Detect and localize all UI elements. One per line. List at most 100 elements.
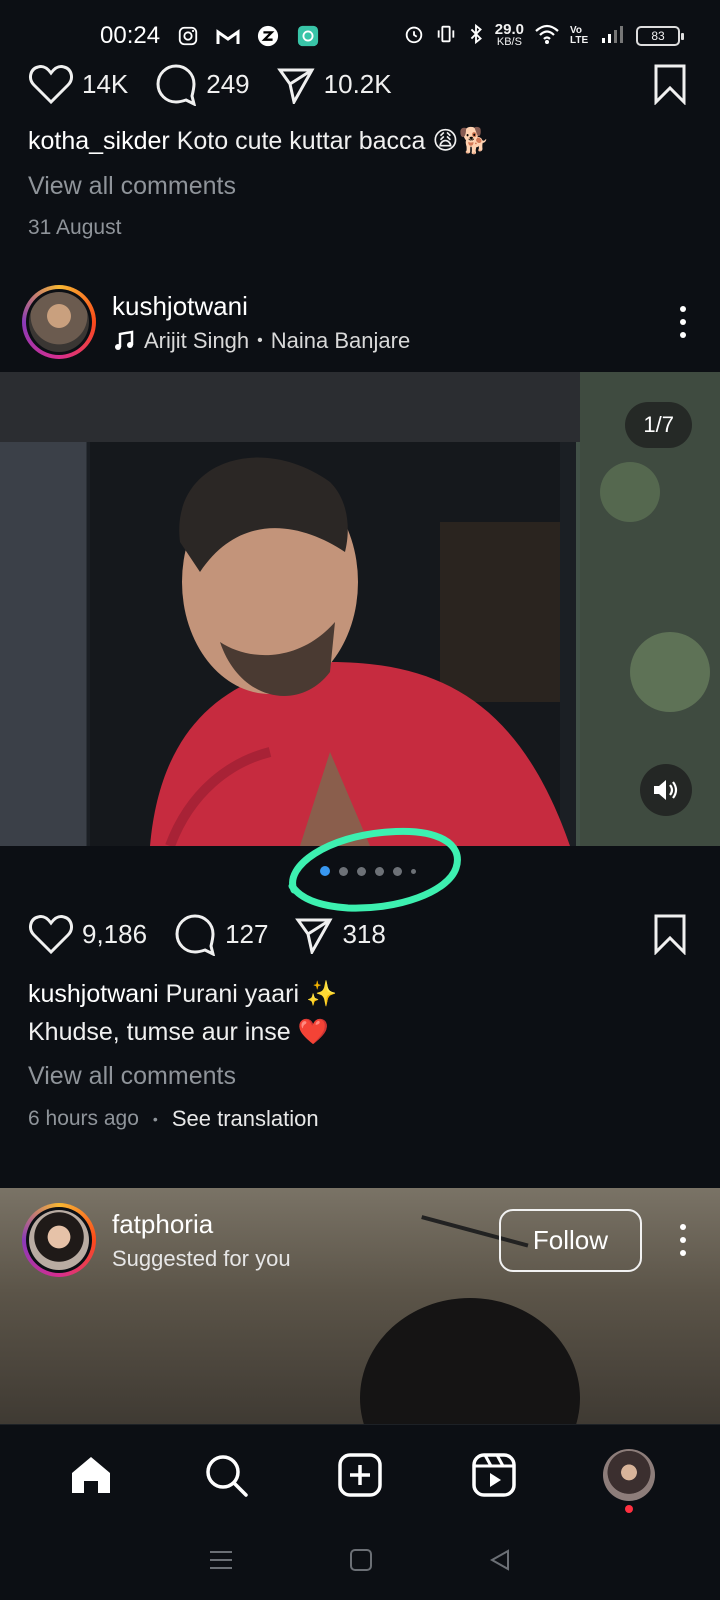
avatar[interactable] xyxy=(22,1203,96,1277)
network-speed-unit: KB/S xyxy=(496,36,522,48)
post-username[interactable]: kushjotwani xyxy=(112,291,410,322)
audio-toggle-button[interactable] xyxy=(640,764,692,816)
share-count: 318 xyxy=(342,918,386,949)
app-badge-icon xyxy=(296,24,320,48)
prev-post-actions: 14K 249 10.2K xyxy=(0,58,720,110)
vibrate-icon xyxy=(435,23,457,49)
follow-button[interactable]: Follow xyxy=(498,1208,642,1272)
instagram-icon xyxy=(176,24,200,48)
profile-avatar xyxy=(602,1448,655,1501)
comment-button[interactable]: 127 xyxy=(173,912,268,956)
post-media[interactable]: 1/7 xyxy=(0,372,720,846)
recents-button[interactable] xyxy=(208,1548,234,1577)
audio-attribution[interactable]: Arijit Singh • Naina Banjare xyxy=(112,328,410,354)
meta-separator: • xyxy=(152,1111,158,1127)
bottom-nav xyxy=(0,1424,720,1524)
more-icon xyxy=(680,306,686,312)
audio-title: Naina Banjare xyxy=(270,327,411,353)
suggested-subtitle: Suggested for you xyxy=(112,1245,291,1271)
save-button[interactable] xyxy=(652,63,688,105)
back-button[interactable] xyxy=(488,1548,512,1577)
search-icon xyxy=(205,1454,248,1497)
send-icon xyxy=(276,68,315,104)
post-meta: 6 hours ago • See translation xyxy=(28,1106,319,1132)
avatar[interactable] xyxy=(22,285,96,359)
prev-post-caption: kotha_sikder Koto cute kuttar bacca 😩🐕 xyxy=(28,126,490,156)
post-caption-line1: kushjotwani Purani yaari ✨ xyxy=(28,980,337,1009)
comment-count: 249 xyxy=(206,68,250,99)
bookmark-icon xyxy=(654,914,686,955)
system-nav-bar xyxy=(0,1524,720,1600)
share-button[interactable]: 318 xyxy=(294,914,386,954)
post-caption-line2: Khudse, tumse aur inse ❤️ xyxy=(28,1018,329,1046)
heart-icon xyxy=(29,915,73,955)
carousel-dot-active xyxy=(320,866,330,876)
wifi-icon xyxy=(534,23,560,49)
comment-count: 127 xyxy=(225,918,269,949)
slide-counter: 1/7 xyxy=(625,402,692,448)
gmail-icon xyxy=(216,24,240,48)
volte-label: Vo LTE xyxy=(570,25,589,46)
more-icon xyxy=(680,1224,686,1230)
signal-icon xyxy=(600,24,626,48)
network-speed: 29.0 KB/S xyxy=(495,22,524,48)
music-note-icon xyxy=(115,330,134,350)
caption-username[interactable]: kotha_sikder xyxy=(28,127,170,155)
bluetooth-icon xyxy=(467,23,485,49)
audio-separator: • xyxy=(257,331,263,349)
carousel-dot xyxy=(393,866,402,876)
like-count: 14K xyxy=(82,68,129,99)
carousel-indicator xyxy=(320,866,416,876)
comment-icon xyxy=(156,64,197,106)
suggested-post[interactable]: fatphoria Suggested for you Follow xyxy=(0,1188,720,1424)
suggested-username[interactable]: fatphoria xyxy=(112,1209,291,1240)
more-options-button[interactable] xyxy=(668,306,698,338)
like-button[interactable]: 9,186 xyxy=(28,913,147,955)
square-icon xyxy=(349,1548,372,1571)
suggested-post-header: fatphoria Suggested for you Follow xyxy=(0,1188,720,1292)
back-triangle-icon xyxy=(490,1548,510,1571)
view-all-comments-link[interactable]: View all comments xyxy=(28,1062,236,1091)
menu-icon xyxy=(209,1550,232,1569)
zepto-icon xyxy=(256,24,280,48)
status-time: 00:24 xyxy=(100,22,161,49)
share-button[interactable]: 10.2K xyxy=(276,64,392,104)
battery-indicator: 83 xyxy=(636,26,684,46)
caption-text: Purani yaari ✨ xyxy=(165,980,338,1008)
nav-search[interactable] xyxy=(196,1445,256,1505)
see-translation-link[interactable]: See translation xyxy=(172,1106,319,1132)
suggested-photo-subject xyxy=(360,1298,580,1424)
nav-create[interactable] xyxy=(330,1445,390,1505)
home-system-button[interactable] xyxy=(349,1548,373,1577)
avatar-image xyxy=(29,1210,89,1270)
comment-button[interactable]: 249 xyxy=(154,62,250,106)
comment-icon xyxy=(175,914,216,956)
send-icon xyxy=(295,918,334,954)
caption-text: Koto cute kuttar bacca 😩🐕 xyxy=(176,127,490,155)
post-photo xyxy=(0,372,720,846)
like-count: 9,186 xyxy=(82,918,148,949)
post-actions: 9,186 127 318 xyxy=(0,906,720,962)
reels-icon xyxy=(472,1452,517,1497)
post-date: 31 August xyxy=(28,216,122,239)
avatar-image xyxy=(29,292,89,352)
add-post-icon xyxy=(338,1452,382,1497)
carousel-dot xyxy=(339,866,348,876)
nav-reels[interactable] xyxy=(464,1445,524,1505)
caption-username[interactable]: kushjotwani xyxy=(28,980,159,1008)
more-options-button[interactable] xyxy=(668,1224,698,1256)
share-count: 10.2K xyxy=(323,68,392,99)
heart-icon xyxy=(29,65,73,105)
view-all-comments-link[interactable]: View all comments xyxy=(28,172,236,201)
nav-home[interactable] xyxy=(61,1445,121,1505)
audio-artist: Arijit Singh xyxy=(144,327,250,353)
carousel-dot xyxy=(411,868,416,874)
carousel-dot xyxy=(357,866,366,876)
bookmark-icon xyxy=(654,64,686,105)
nav-profile[interactable] xyxy=(599,1445,659,1513)
like-button[interactable]: 14K xyxy=(28,63,128,105)
post-header: kushjotwani Arijit Singh • Naina Banjare xyxy=(0,274,720,370)
speaker-icon xyxy=(654,780,678,800)
save-button[interactable] xyxy=(652,913,688,955)
carousel-dot xyxy=(375,866,384,876)
